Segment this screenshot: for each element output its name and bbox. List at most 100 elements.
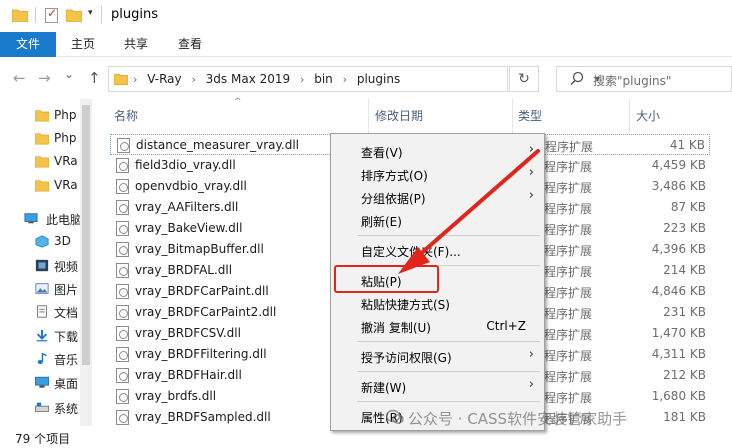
menu-item-sort[interactable]: 排序方式(O) ›: [331, 163, 544, 185]
recent-locations-dropdown[interactable]: ⌄: [64, 67, 74, 81]
menu-item-undo-copy[interactable]: 撤消 复制(U) Ctrl+Z: [331, 315, 544, 337]
chevron-right-icon[interactable]: ›: [343, 73, 347, 86]
search-box[interactable]: 搜索"plugins": [556, 66, 732, 92]
videos-icon: [35, 259, 49, 272]
nav-item-system-drive[interactable]: 系统: [0, 396, 80, 419]
chevron-right-icon: ›: [528, 377, 534, 392]
nav-item-folder[interactable]: VRa: [0, 150, 80, 173]
properties-quick-access-icon[interactable]: ✓: [45, 6, 58, 23]
menu-shortcut: Ctrl+Z: [486, 319, 526, 333]
nav-item-folder[interactable]: VRa: [0, 174, 80, 197]
chevron-right-icon: ›: [528, 347, 534, 362]
menu-item-label: 刷新(E): [361, 215, 402, 229]
file-type: 程序扩展: [544, 370, 593, 384]
file-type: 程序扩展: [544, 286, 593, 300]
column-header-type[interactable]: 类型: [518, 99, 542, 133]
nav-item-3d-objects[interactable]: 3D: [0, 230, 80, 253]
refresh-button[interactable]: ↻: [509, 66, 539, 92]
nav-item-label: 系统: [54, 402, 79, 416]
file-type: 程序扩展: [544, 244, 593, 258]
nav-item-documents[interactable]: 文档: [0, 300, 80, 323]
menu-item-group[interactable]: 分组依据(P) ›: [331, 186, 544, 208]
documents-icon: [37, 305, 47, 318]
nav-item-music[interactable]: 音乐: [0, 347, 80, 370]
nav-item-folder[interactable]: Php: [0, 104, 80, 127]
nav-item-label: 文档: [54, 306, 79, 320]
file-type: 程序扩展: [544, 265, 593, 279]
nav-item-label: 视频: [54, 260, 79, 274]
menu-item-grant-access[interactable]: 授予访问权限(G) ›: [331, 345, 544, 367]
search-icon: [570, 71, 584, 86]
breadcrumb-3dsmax[interactable]: 3ds Max 2019: [206, 72, 290, 86]
nav-item-videos[interactable]: 视频: [0, 254, 80, 277]
menu-item-paste-shortcut[interactable]: 粘贴快捷方式(S): [331, 292, 544, 314]
menu-item-label: 自定义文件夹(F)...: [361, 245, 461, 259]
search-input[interactable]: 搜索"plugins": [593, 72, 671, 89]
column-header-name[interactable]: 名称: [114, 99, 138, 133]
nav-item-folder[interactable]: Php: [0, 127, 80, 150]
column-divider[interactable]: [629, 99, 630, 133]
back-button[interactable]: ←: [13, 69, 26, 87]
menu-separator: [357, 401, 540, 402]
dll-file-icon: [116, 200, 129, 215]
file-name: vray_brdfs.dll: [135, 389, 217, 403]
menu-item-refresh[interactable]: 刷新(E): [331, 209, 544, 231]
folder-icon: [35, 180, 49, 192]
tab-share[interactable]: 共享: [124, 32, 148, 57]
folder-icon: [35, 110, 49, 122]
watermark-text: 公众号 · CASS软件安装管家助手: [408, 410, 628, 428]
file-name: distance_measurer_vray.dll: [136, 138, 299, 152]
folder-icon: [35, 156, 49, 168]
chevron-right-icon[interactable]: ›: [300, 73, 304, 86]
file-name: vray_BRDFHair.dll: [135, 368, 242, 382]
file-name: vray_BRDFAL.dll: [135, 263, 233, 277]
file-size: 4,311 KB: [651, 347, 706, 361]
menu-item-new[interactable]: 新建(W) ›: [331, 375, 544, 397]
folder-icon: [35, 133, 49, 145]
column-header-size[interactable]: 大小: [636, 99, 660, 133]
breadcrumb-bin[interactable]: bin: [314, 72, 333, 86]
up-button[interactable]: ↑: [88, 69, 101, 87]
nav-item-label: 下载: [54, 330, 79, 344]
file-type: 程序扩展: [544, 328, 593, 342]
quick-access-dropdown[interactable]: ▾: [88, 8, 93, 18]
file-type: 程序扩展: [544, 223, 593, 237]
menu-item-view[interactable]: 查看(V) ›: [331, 140, 544, 162]
nav-item-pictures[interactable]: 图片: [0, 277, 80, 300]
chevron-right-icon: ›: [528, 142, 534, 157]
file-name: field3dio_vray.dll: [135, 158, 236, 172]
file-type: 程序扩展: [544, 307, 593, 321]
tab-file[interactable]: 文件: [0, 32, 56, 57]
dll-file-icon: [116, 263, 129, 278]
column-divider[interactable]: [368, 99, 369, 133]
breadcrumb-vray[interactable]: V-Ray: [147, 72, 181, 86]
nav-item-this-pc[interactable]: 此电脑: [0, 207, 82, 230]
tab-home[interactable]: 主页: [71, 32, 95, 57]
folder-icon: [12, 9, 28, 22]
file-name: vray_BRDFCarPaint2.dll: [135, 305, 277, 319]
new-folder-quick-access-icon[interactable]: [66, 9, 82, 22]
dll-file-icon: [116, 158, 129, 173]
refresh-icon: ↻: [518, 71, 530, 87]
file-size: 41 KB: [669, 138, 705, 152]
file-size: 1,680 KB: [651, 389, 706, 403]
file-size: 231 KB: [663, 305, 706, 319]
navpane-scrollbar-thumb[interactable]: [82, 105, 90, 365]
pc-icon: [24, 213, 38, 224]
nav-item-label: 图片: [54, 283, 79, 297]
nav-item-desktop[interactable]: 桌面: [0, 371, 80, 394]
menu-separator: [357, 371, 540, 372]
navigation-bar: ← → ⌄ ↑ › V-Ray › 3ds Max 2019 › bin › p…: [0, 57, 732, 99]
column-header-modified[interactable]: 修改日期: [375, 99, 423, 133]
tab-view[interactable]: 查看: [178, 32, 202, 57]
forward-button[interactable]: →: [38, 69, 51, 87]
menu-item-label: 查看(V): [361, 146, 403, 160]
menu-item-customize-folder[interactable]: 自定义文件夹(F)...: [331, 239, 544, 261]
file-size: 1,470 KB: [651, 326, 706, 340]
nav-item-label: VRa: [54, 154, 78, 168]
nav-item-downloads[interactable]: 下载: [0, 324, 80, 347]
chevron-right-icon[interactable]: ›: [191, 73, 195, 86]
address-bar[interactable]: › V-Ray › 3ds Max 2019 › bin › plugins ▾: [108, 66, 600, 92]
column-divider[interactable]: [512, 99, 513, 133]
breadcrumb-plugins[interactable]: plugins: [357, 72, 400, 86]
